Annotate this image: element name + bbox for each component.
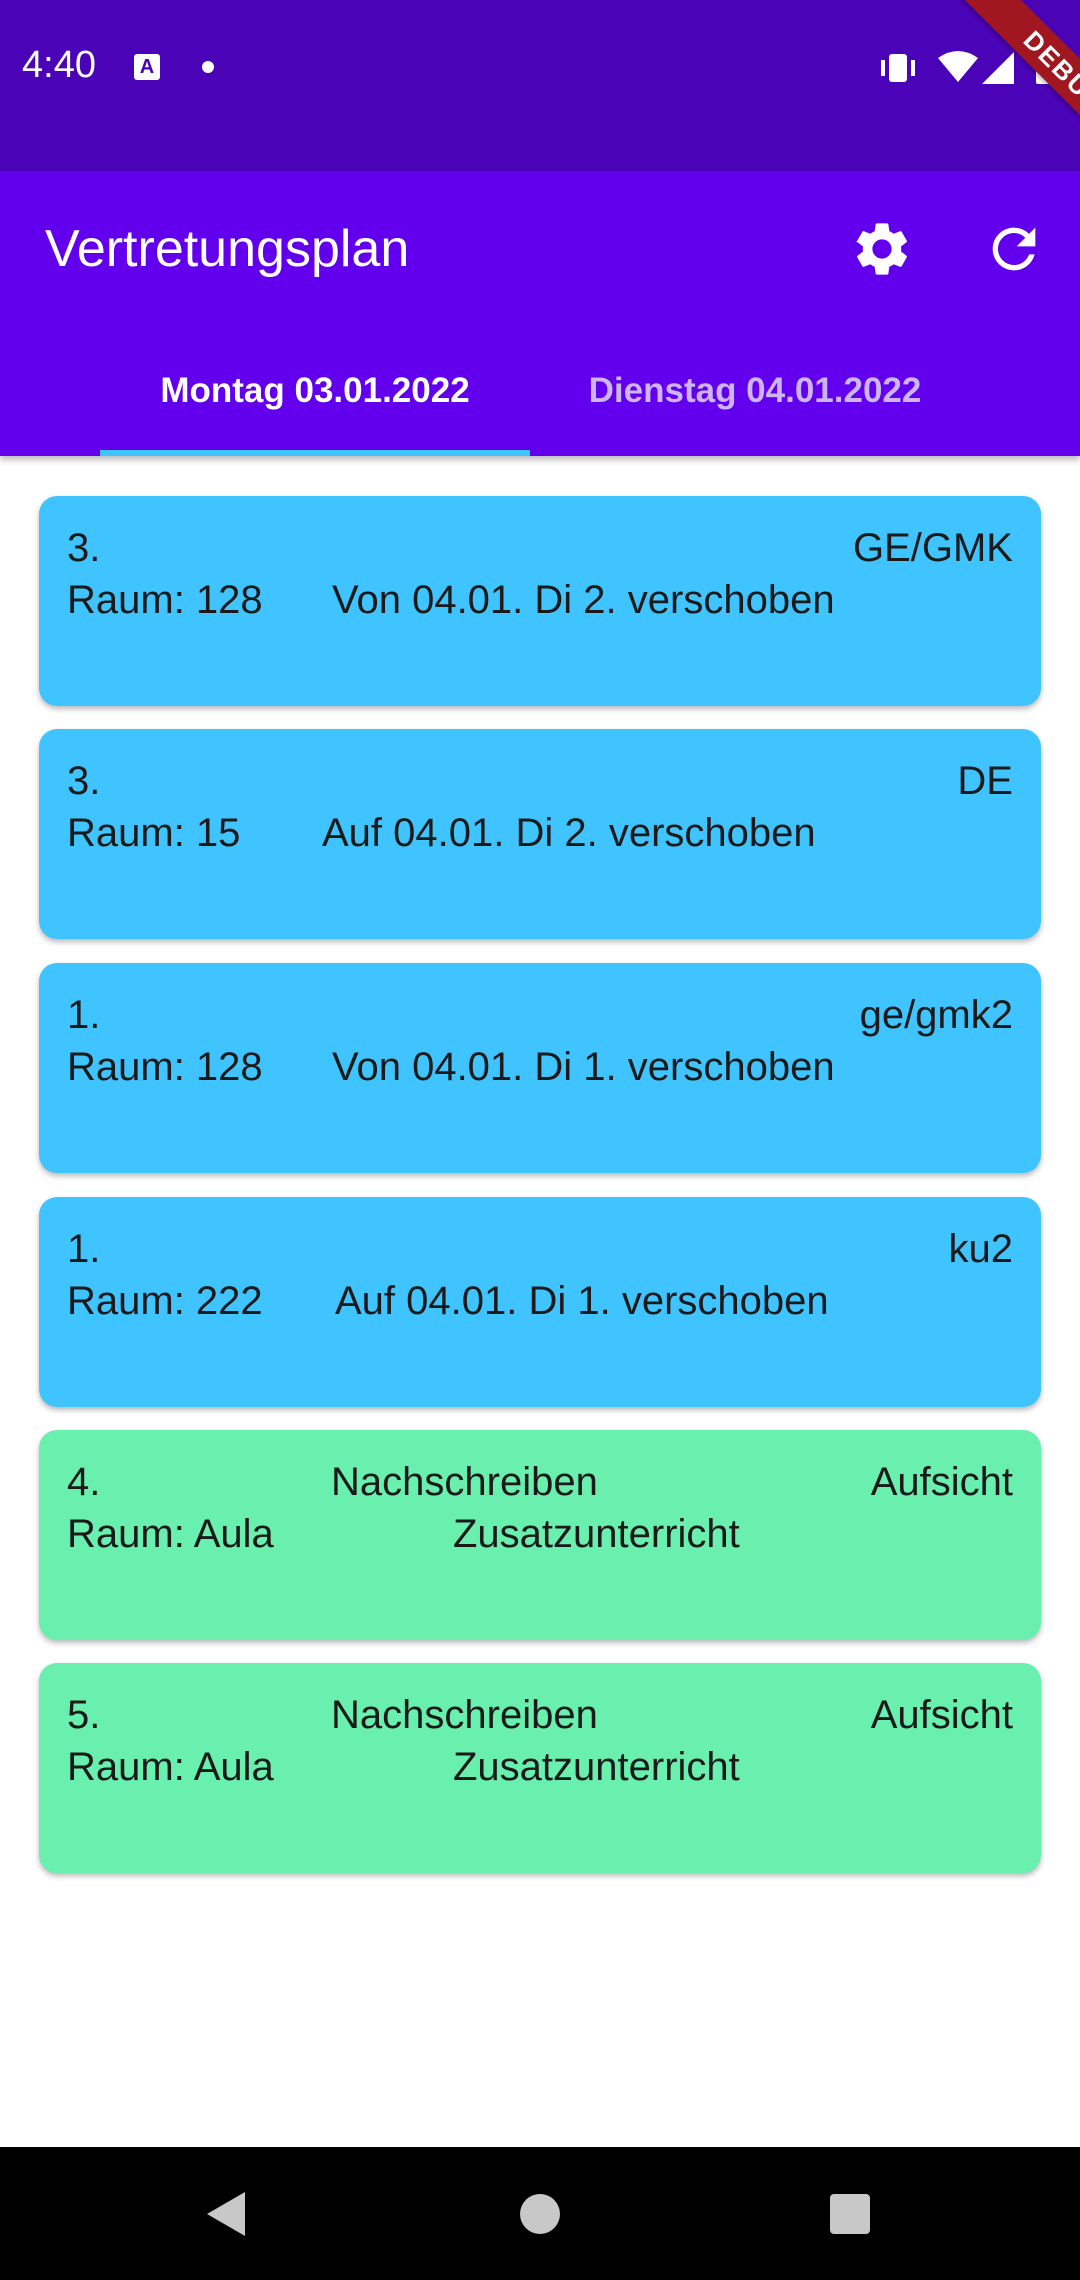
card-subject: ku2	[948, 1227, 1014, 1271]
card-subject: DE	[957, 759, 1013, 803]
card-period: 3.	[67, 526, 101, 570]
status-time: 4:40	[22, 44, 96, 86]
home-icon[interactable]	[520, 2194, 560, 2234]
refresh-icon[interactable]	[982, 217, 1046, 281]
tab-montag[interactable]: Montag 03.01.2022	[100, 326, 530, 456]
card-room: Raum: 222	[67, 1279, 263, 1323]
system-nav-bar	[0, 2147, 1080, 2280]
wifi-icon	[938, 51, 978, 82]
tab-bar: Montag 03.01.2022 Dienstag 04.01.2022	[0, 326, 1080, 456]
card-period: 3.	[67, 759, 101, 803]
signal-icon	[982, 52, 1014, 84]
card-period: 1.	[67, 1227, 101, 1271]
back-icon[interactable]	[205, 2190, 249, 2238]
card-info: Auf 04.01. Di 2. verschoben	[322, 811, 816, 855]
card-period: 4.	[67, 1460, 101, 1504]
substitution-card[interactable]: 4. Nachschreiben Aufsicht Raum: Aula Zus…	[39, 1430, 1041, 1640]
app-title: Vertretungsplan	[45, 220, 410, 278]
substitution-card[interactable]: 5. Nachschreiben Aufsicht Raum: Aula Zus…	[39, 1663, 1041, 1873]
notification-a-icon: A	[134, 54, 160, 80]
status-bar: 4:40 A DEBUG	[0, 0, 1080, 175]
card-subject: GE/GMK	[852, 526, 1013, 570]
card-info: Von 04.01. Di 1. verschoben	[332, 1045, 835, 1089]
card-room: Raum: Aula	[67, 1512, 274, 1556]
card-period: 5.	[67, 1693, 101, 1737]
gear-icon[interactable]	[850, 217, 914, 281]
card-type: Nachschreiben	[331, 1693, 598, 1737]
app-bar: Vertretungsplan	[0, 171, 1080, 326]
card-info: Von 04.01. Di 2. verschoben	[332, 578, 835, 622]
card-room: Raum: Aula	[67, 1745, 274, 1789]
debug-banner: DEBUG	[962, 0, 1080, 175]
tab-indicator	[100, 450, 530, 456]
notification-dot-icon	[202, 61, 214, 73]
card-subject: ge/gmk2	[859, 993, 1013, 1037]
card-period: 1.	[67, 993, 101, 1037]
substitution-card[interactable]: 3. DE Raum: 15 Auf 04.01. Di 2. verschob…	[39, 729, 1041, 939]
card-room: Raum: 128	[67, 1045, 263, 1089]
vibrate-icon	[881, 54, 915, 82]
substitution-card[interactable]: 1. ge/gmk2 Raum: 128 Von 04.01. Di 1. ve…	[39, 963, 1041, 1173]
substitution-card[interactable]: 1. ku2 Raum: 222 Auf 04.01. Di 1. versch…	[39, 1197, 1041, 1407]
card-subject: Aufsicht	[870, 1693, 1013, 1737]
tab-dienstag[interactable]: Dienstag 04.01.2022	[530, 326, 980, 456]
card-extra: Zusatzunterricht	[453, 1745, 740, 1789]
card-type: Nachschreiben	[331, 1460, 598, 1504]
card-room: Raum: 15	[67, 811, 241, 855]
card-room: Raum: 128	[67, 578, 263, 622]
card-info: Auf 04.01. Di 1. verschoben	[335, 1279, 829, 1323]
card-subject: Aufsicht	[870, 1460, 1013, 1504]
card-extra: Zusatzunterricht	[453, 1512, 740, 1556]
recents-icon[interactable]	[830, 2194, 870, 2234]
substitution-card[interactable]: 3. GE/GMK Raum: 128 Von 04.01. Di 2. ver…	[39, 496, 1041, 706]
